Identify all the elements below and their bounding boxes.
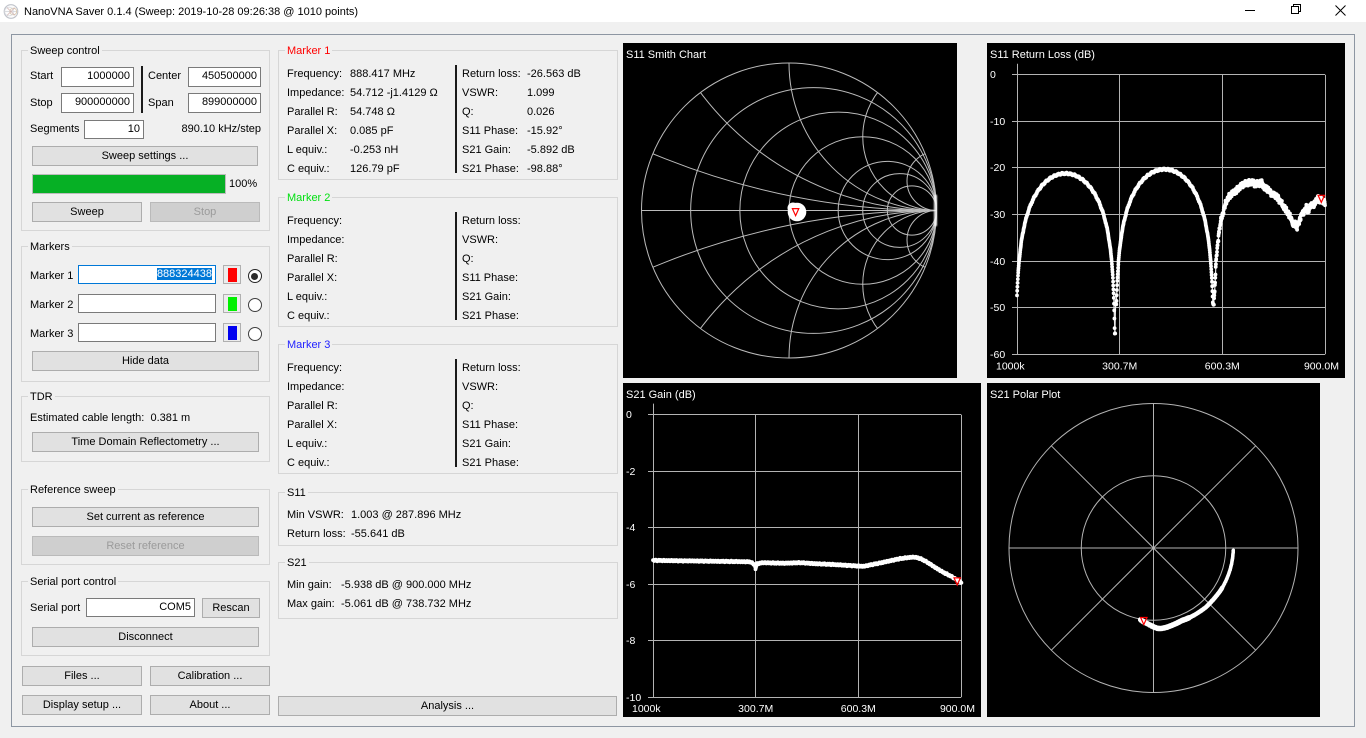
svg-text:300.7M: 300.7M bbox=[738, 703, 773, 715]
svg-text:-30: -30 bbox=[990, 209, 1005, 221]
svg-text:0: 0 bbox=[990, 69, 996, 81]
svg-text:-50: -50 bbox=[990, 302, 1005, 314]
svg-text:0: 0 bbox=[626, 409, 632, 421]
svg-text:-6: -6 bbox=[626, 579, 635, 591]
svg-text:S21 Gain (dB): S21 Gain (dB) bbox=[626, 389, 696, 401]
svg-text:600.3M: 600.3M bbox=[1205, 360, 1240, 372]
svg-text:-40: -40 bbox=[990, 256, 1005, 268]
svg-text:S11 Smith Chart: S11 Smith Chart bbox=[626, 49, 706, 61]
svg-text:1000k: 1000k bbox=[996, 360, 1025, 372]
svg-text:-10: -10 bbox=[626, 692, 641, 704]
svg-text:-20: -20 bbox=[990, 162, 1005, 174]
svg-text:S11 Return Loss (dB): S11 Return Loss (dB) bbox=[990, 49, 1095, 61]
svg-text:900.0M: 900.0M bbox=[1304, 360, 1339, 372]
svg-text:-2: -2 bbox=[626, 466, 635, 478]
svg-text:300.7M: 300.7M bbox=[1102, 360, 1137, 372]
svg-text:600.3M: 600.3M bbox=[841, 703, 876, 715]
svg-text:-60: -60 bbox=[990, 349, 1005, 361]
svg-text:-4: -4 bbox=[626, 522, 635, 534]
svg-text:-8: -8 bbox=[626, 635, 635, 647]
svg-text:-10: -10 bbox=[990, 116, 1005, 128]
svg-text:S21 Polar Plot: S21 Polar Plot bbox=[990, 389, 1060, 401]
svg-text:900.0M: 900.0M bbox=[940, 703, 975, 715]
svg-text:1000k: 1000k bbox=[632, 703, 661, 715]
